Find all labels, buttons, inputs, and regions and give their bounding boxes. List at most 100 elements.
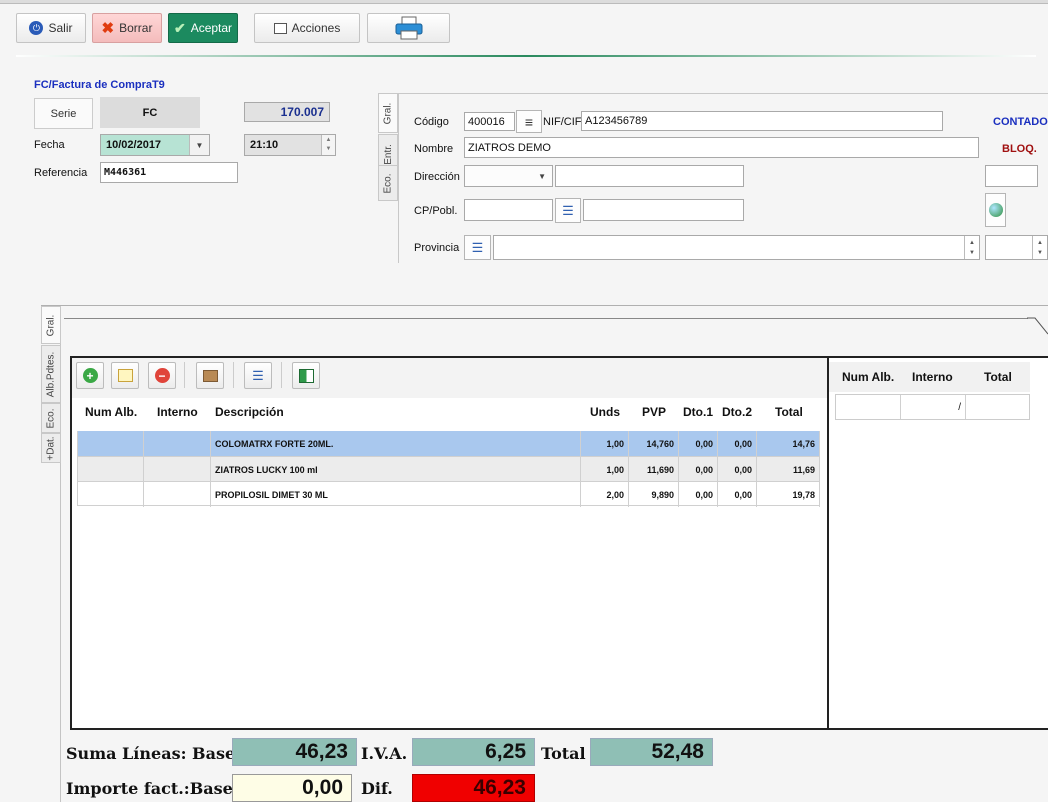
serie-value: FC [100,97,200,128]
suma-bases-value: 46,23 [232,738,357,766]
aceptar-button[interactable]: ✔ Aceptar [168,13,238,43]
cell-total [966,395,1030,419]
edit-line-button[interactable] [111,362,139,389]
tab-lines-eco[interactable]: Eco. [41,403,61,433]
spreadsheet-button[interactable] [292,362,320,389]
cell-num-alb [836,395,901,419]
toolbar-divider [184,362,185,388]
codigo-lookup-button[interactable]: ≡ [516,110,542,133]
tab-lines-dat[interactable]: +Dat. [41,433,61,463]
codigo-label: Código [414,116,449,128]
cell-unds: 1,00 [581,431,629,456]
hora-spin-icon[interactable]: ▲ ▼ [321,135,335,155]
table-row[interactable]: PROPILOSIL DIMET 30 ML 2,00 9,890 0,00 0… [77,481,820,507]
col-total[interactable]: Total [775,405,803,419]
invoice-number: 170.007 [244,102,330,122]
list-view-button[interactable]: ☰ [244,362,272,389]
provincia-extra-spin-icon[interactable]: ▲ ▼ [1032,236,1047,259]
cell-interno [144,431,211,456]
menu-icon: ≡ [524,113,534,130]
direccion-field[interactable] [555,165,744,187]
print-button[interactable] [367,13,450,43]
nombre-value: ZIATROS DEMO [468,141,551,154]
borrar-button[interactable]: ✖ Borrar [92,13,162,43]
tab-prov-eco[interactable]: Eco. [378,165,398,201]
extra-field[interactable] [985,165,1038,187]
cp-list-button[interactable]: ☰ [555,198,581,223]
list-icon: ☰ [562,202,574,218]
direccion-dropdown-icon: ▼ [538,171,546,181]
add-line-button[interactable]: + [76,362,104,389]
delete-line-button[interactable]: − [148,362,176,389]
codigo-field[interactable]: 400016 [464,112,515,131]
aceptar-label: Aceptar [190,21,233,35]
poblacion-field[interactable] [583,199,744,221]
cell-pvp: 9,890 [629,482,679,507]
cell-dto2: 0,00 [718,482,757,507]
provincia-field[interactable]: ▲ ▼ [493,235,980,260]
list-icon: ☰ [471,239,484,255]
toolbar-divider [233,362,234,388]
cell-dto2: 0,00 [718,431,757,456]
importe-bases-field[interactable]: 0,00 [232,774,352,802]
total-value: 52,48 [590,738,713,766]
check-icon: ✔ [173,19,186,36]
table-row[interactable]: COLOMATRX FORTE 20ML. 1,00 14,760 0,00 0… [77,431,820,456]
toolbar-divider [281,362,282,388]
referencia-field[interactable]: M446361 [100,162,238,183]
total-label: Total [541,744,586,763]
col-unds[interactable]: Unds [590,405,620,419]
nif-field[interactable]: A123456789 [581,111,943,131]
provincia-extra-field[interactable]: ▲ ▼ [985,235,1048,260]
tab-prov-gral[interactable]: Gral. [378,93,398,133]
package-button[interactable] [196,362,224,389]
cell-interno: / [901,395,966,419]
acciones-button[interactable]: Acciones [254,13,360,43]
fecha-field[interactable]: 10/02/2017 ▼ [100,134,210,156]
provincia-list-button[interactable]: ☰ [464,235,491,260]
cell-pvp: 11,690 [629,457,679,482]
tab-lines-gral[interactable]: Gral. [41,306,61,344]
iva-value: 6,25 [412,738,535,766]
albaranes-col-interno[interactable]: Interno [912,370,953,384]
col-descripcion[interactable]: Descripción [215,405,284,419]
col-dto1[interactable]: Dto.1 [683,405,713,419]
cell-pvp: 14,760 [629,431,679,456]
cell-descripcion: ZIATROS LUCKY 100 ml [211,457,581,482]
add-icon: + [82,368,98,383]
delete-x-icon: ✖ [101,20,115,37]
col-pvp[interactable]: PVP [642,405,666,419]
cell-dto1: 0,00 [679,482,718,507]
col-dto2[interactable]: Dto.2 [722,405,752,419]
cp-field[interactable] [464,199,553,221]
serie-button[interactable]: Serie [34,98,93,129]
web-button[interactable] [985,193,1006,227]
albaranes-col-num-alb[interactable]: Num Alb. [842,370,894,384]
grid-left-border [77,431,78,506]
cell-descripcion: PROPILOSIL DIMET 30 ML [211,482,581,507]
printer-icon [395,16,422,40]
nombre-field[interactable]: ZIATROS DEMO [464,137,979,158]
salir-button[interactable]: ⏻ Salir [16,13,86,43]
albaranes-col-total[interactable]: Total [984,370,1012,384]
lines-section-top-border [41,305,1048,306]
col-num-alb[interactable]: Num Alb. [85,405,137,419]
invoice-number-text: 170.007 [280,105,324,119]
remove-icon: − [154,368,170,383]
provincia-spin-icon[interactable]: ▲ ▼ [964,236,979,259]
lines-tab-corner [1027,317,1048,335]
serie-label: Serie [50,107,77,120]
hora-field[interactable]: 21:10 ▲ ▼ [244,134,336,156]
actions-icon [273,22,287,34]
tab-lines-albpdtes[interactable]: Alb.Pdtes. [41,345,61,403]
fecha-dropdown-icon[interactable]: ▼ [189,135,209,155]
hora-value: 21:10 [250,139,279,151]
nif-label: NIF/CIF [543,116,582,128]
col-interno[interactable]: Interno [157,405,198,419]
salir-label: Salir [48,21,73,35]
cell-dto1: 0,00 [679,457,718,482]
table-row[interactable]: ZIATROS LUCKY 100 ml 1,00 11,690 0,00 0,… [77,456,820,482]
albaranes-row[interactable]: / [835,394,1030,420]
cell-unds: 2,00 [581,482,629,507]
direccion-type-select[interactable]: ▼ [464,165,553,187]
